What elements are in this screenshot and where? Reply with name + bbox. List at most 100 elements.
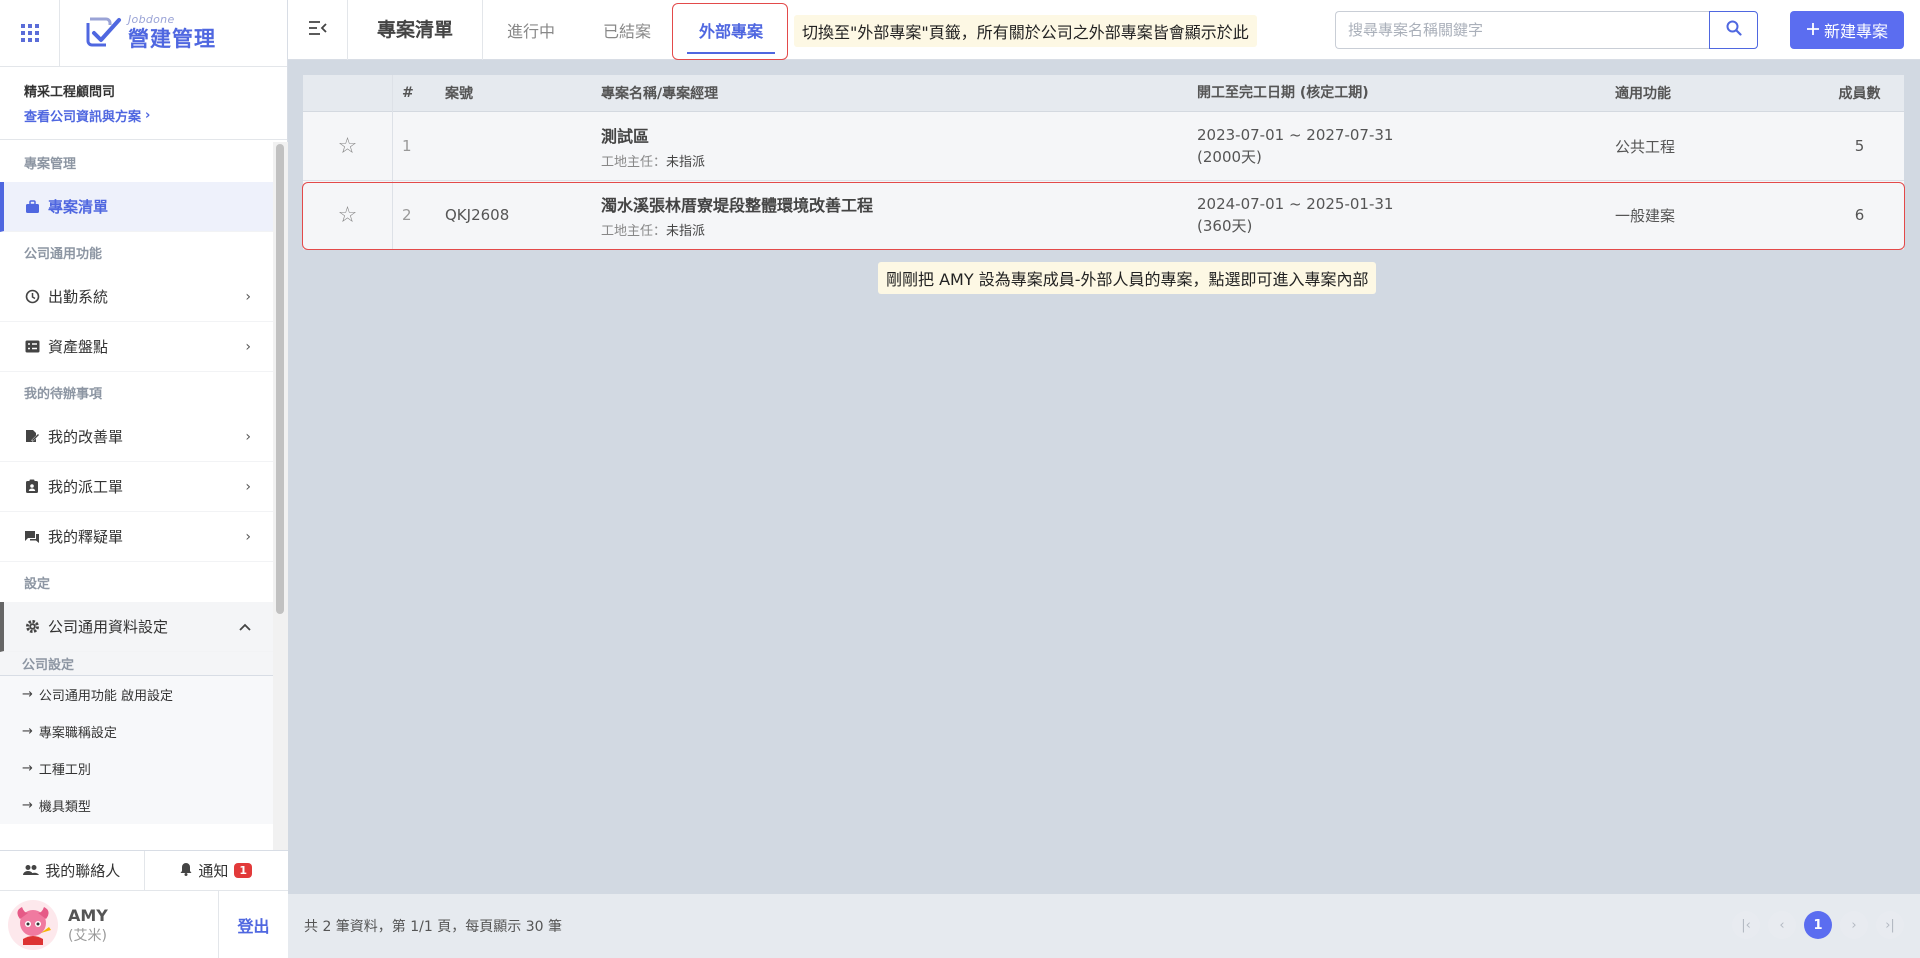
- section-common: 公司通用功能: [24, 246, 103, 262]
- gear-icon: [24, 619, 40, 635]
- star-icon[interactable]: ☆: [338, 203, 358, 228]
- sidebar-item-label: 出勤系統: [48, 288, 109, 306]
- chat-icon: [24, 529, 40, 545]
- header-code: 案號: [445, 86, 473, 102]
- company-info-link[interactable]: 查看公司資訊與方案 ›: [24, 106, 263, 125]
- sidebar-item-clarify[interactable]: 我的釋疑單 ›: [0, 512, 273, 562]
- row-index: 2: [402, 206, 412, 224]
- logo-check-icon: [82, 13, 126, 53]
- prev-page-icon[interactable]: ‹: [1768, 911, 1796, 939]
- search-bar: [1335, 11, 1758, 49]
- project-table: # 案號 專案名稱/專案經理 開工至完工日期 (核定工期) 適用功能 成員數 ☆…: [303, 74, 1904, 250]
- row-members: 6: [1854, 206, 1865, 224]
- table-row[interactable]: ☆ 1 測試區 工地主任：未指派 2023-07-01 ~ 2027-07-31…: [303, 112, 1904, 181]
- row-function: 公共工程: [1615, 137, 1676, 156]
- row-code: QKJ2608: [445, 206, 510, 224]
- project-manager: 工地主任：未指派: [601, 151, 1197, 170]
- sidebar-subitem-label: 機具類型: [38, 800, 91, 815]
- sidebar-item-label: 我的派工單: [48, 478, 124, 496]
- sidebar-subitem-machine-types[interactable]: → 機具類型: [0, 787, 273, 824]
- table-row[interactable]: ☆ 2 QKJ2608 濁水溪張林厝寮堤段整體環境改善工程 工地主任：未指派 2…: [303, 181, 1904, 250]
- collapse-sidebar-button[interactable]: [288, 0, 348, 60]
- chevron-up-icon: [239, 619, 251, 635]
- row-duration: (2000天): [1197, 148, 1262, 166]
- header-function: 適用功能: [1615, 86, 1671, 102]
- pagination-summary: 共 2 筆資料，第 1/1 頁，每頁顯示 30 筆: [304, 919, 562, 935]
- arrow-right-icon: →: [22, 761, 33, 776]
- header-star: [303, 74, 393, 112]
- apps-menu-button[interactable]: [0, 0, 60, 67]
- new-project-button[interactable]: 新建專案: [1790, 11, 1904, 49]
- sidebar-subitem-work-types[interactable]: → 工種工別: [0, 750, 273, 787]
- next-page-icon[interactable]: ›: [1840, 911, 1868, 939]
- sidebar-item-dispatch[interactable]: 我的派工單 ›: [0, 462, 273, 512]
- chevron-right-icon: ›: [245, 288, 251, 305]
- table-footer: 共 2 筆資料，第 1/1 頁，每頁顯示 30 筆 |‹ ‹ 1 › ›|: [288, 894, 1920, 958]
- sidebar-item-improve[interactable]: 我的改善單 ›: [0, 412, 273, 462]
- app-logo[interactable]: Jobdone 營建管理: [60, 13, 216, 53]
- row-function: 一般建案: [1615, 206, 1676, 225]
- people-icon: [23, 862, 40, 880]
- clock-icon: [24, 289, 40, 305]
- user-panel: AMY (艾米) 登出: [0, 891, 288, 958]
- header-index: #: [402, 85, 414, 101]
- sidebar: Jobdone 營建管理 精采工程顧問司 查看公司資訊與方案 › 專案管理 專案…: [0, 0, 288, 958]
- user-name: AMY: [68, 905, 108, 925]
- tab-in-progress[interactable]: 進行中: [483, 0, 579, 60]
- row-date-range: 2023-07-01 ~ 2027-07-31: [1197, 126, 1394, 144]
- pm-value: 未指派: [666, 154, 706, 170]
- project-name[interactable]: 濁水溪張林厝寮堤段整體環境改善工程: [601, 192, 1197, 216]
- sidebar-bottom: 我的聯絡人 通知 1 AMY (艾米) 登出: [0, 850, 288, 958]
- menu-collapse-icon: [308, 20, 328, 40]
- logo-text: 營建管理: [128, 27, 216, 51]
- row-tip-annotation: 剛剛把 AMY 設為專案成員-外部人員的專案，點選即可進入專案內部: [878, 262, 1377, 294]
- sidebar-subitem-label: 工種工別: [38, 763, 91, 778]
- sidebar-subitem-label: 公司通用功能 啟用設定: [38, 689, 174, 704]
- edit-document-icon: [24, 429, 40, 445]
- sidebar-item-assets[interactable]: 資產盤點 ›: [0, 322, 273, 372]
- header-dates: 開工至完工日期 (核定工期): [1197, 85, 1369, 101]
- last-page-icon[interactable]: ›|: [1876, 911, 1904, 939]
- pm-label: 工地主任：: [601, 154, 667, 170]
- sidebar-subitem-job-titles[interactable]: → 專案職稱設定: [0, 713, 273, 750]
- subsection-company-settings: 公司設定: [0, 652, 273, 676]
- pagination: |‹ ‹ 1 › ›|: [1732, 911, 1904, 939]
- search-button[interactable]: [1709, 11, 1758, 49]
- sidebar-item-label: 公司通用資料設定: [48, 618, 169, 636]
- contacts-button[interactable]: 我的聯絡人: [0, 851, 144, 890]
- sidebar-item-company-settings[interactable]: 公司通用資料設定: [0, 602, 273, 652]
- row-date-range: 2024-07-01 ~ 2025-01-31: [1197, 195, 1394, 213]
- notifications-label: 通知: [198, 862, 229, 880]
- sidebar-subitem-label: 專案職稱設定: [38, 726, 117, 741]
- sidebar-subitem-feature-toggle[interactable]: → 公司通用功能 啟用設定: [0, 676, 273, 713]
- project-manager: 工地主任：未指派: [601, 220, 1197, 239]
- first-page-icon[interactable]: |‹: [1732, 911, 1760, 939]
- header-name: 專案名稱/專案經理: [601, 86, 719, 102]
- search-input[interactable]: [1335, 11, 1709, 49]
- project-name[interactable]: 測試區: [601, 123, 1197, 147]
- page-number-button[interactable]: 1: [1804, 911, 1832, 939]
- user-subname: (艾米): [68, 927, 107, 944]
- star-icon[interactable]: ☆: [338, 134, 358, 159]
- sidebar-item-label: 我的改善單: [48, 428, 124, 446]
- pm-value: 未指派: [666, 223, 706, 239]
- search-icon: [1726, 20, 1742, 40]
- sidebar-scrollbar[interactable]: [273, 142, 288, 850]
- header-members: 成員數: [1838, 86, 1881, 102]
- section-settings: 設定: [24, 576, 51, 592]
- contacts-label: 我的聯絡人: [45, 862, 121, 880]
- logout-button[interactable]: 登出: [218, 891, 288, 958]
- sidebar-item-attendance[interactable]: 出勤系統 ›: [0, 272, 273, 322]
- company-name: 精采工程顧問司: [24, 85, 116, 100]
- assignment-icon: [24, 479, 40, 495]
- notifications-button[interactable]: 通知 1: [143, 851, 289, 890]
- tab-closed[interactable]: 已結案: [579, 0, 675, 60]
- row-duration: (360天): [1197, 217, 1253, 235]
- sidebar-item-label: 我的釋疑單: [48, 528, 124, 546]
- tab-external-projects[interactable]: 外部專案: [675, 0, 787, 60]
- sidebar-scrollbar-thumb[interactable]: [276, 144, 284, 614]
- avatar[interactable]: [8, 900, 58, 950]
- sidebar-item-project-list[interactable]: 專案清單: [0, 182, 273, 232]
- sidebar-top: Jobdone 營建管理: [0, 0, 287, 67]
- new-project-label: 新建專案: [1823, 22, 1888, 41]
